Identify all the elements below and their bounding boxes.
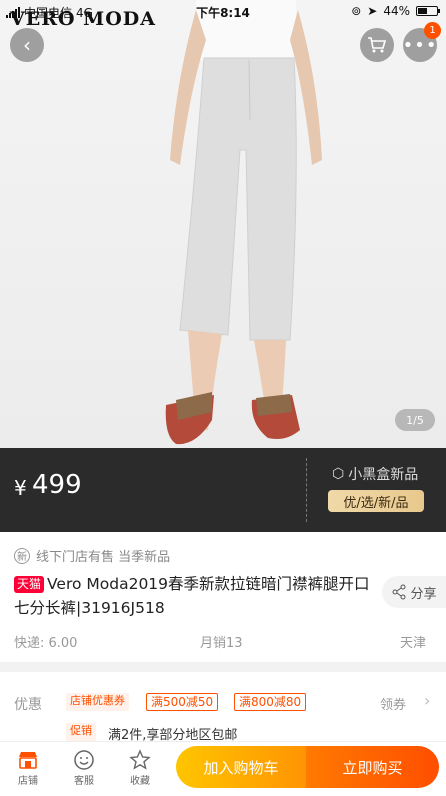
product-title: 天猫 Vero Moda2019春季新款拉链暗门襟裤腿开口七分长裤|31916J5… — [14, 572, 374, 620]
location-icon: ➤ — [367, 4, 378, 18]
price-bar: ¥ 499 ⬡ 小黑盒新品 优/选/新/品 — [0, 448, 446, 532]
cart-icon — [368, 37, 387, 53]
new-icon: 新 — [14, 547, 30, 564]
buy-now-button[interactable]: 立即购买 — [306, 746, 439, 788]
product-title-text: Vero Moda2019春季新款拉链暗门襟裤腿开口七分长裤|31916J518 — [14, 575, 370, 617]
notification-badge: 1 — [424, 22, 441, 39]
coupon-800-80[interactable]: 满800减80 — [234, 693, 307, 711]
tmall-badge: 天猫 — [14, 576, 45, 593]
product-subline: 新 线下门店有售 当季新品 — [14, 546, 170, 565]
monthly-sales: 月销13 — [200, 636, 243, 651]
store-icon — [19, 752, 37, 769]
product-photo — [165, 0, 322, 445]
store-coupon-tag: 店铺优惠券 — [66, 693, 129, 711]
back-button[interactable]: ‹ — [10, 28, 44, 62]
store-label: 店铺 — [18, 776, 38, 787]
add-to-cart-button[interactable]: 加入购物车 — [176, 746, 306, 788]
product-image-gallery[interactable]: 中国电信 4G 下午8:14 ⊚ ➤ 44% VERO MODA ‹ ••• 1… — [0, 0, 446, 448]
price: 499 — [32, 470, 82, 500]
store-tab[interactable]: 店铺 — [8, 748, 48, 787]
service-tab[interactable]: 客服 — [64, 748, 104, 787]
divider — [306, 458, 307, 522]
more-button[interactable]: ••• 1 — [403, 22, 441, 62]
black-box-label: 小黑盒新品 — [348, 467, 419, 483]
customer-service-icon — [74, 750, 94, 770]
shipping-fee: 快递: 6.00 — [14, 636, 78, 651]
service-label: 客服 — [74, 776, 94, 787]
currency-symbol: ¥ — [14, 476, 27, 500]
share-label: 分享 — [410, 586, 437, 602]
subline-text: 线下门店有售 当季新品 — [36, 550, 171, 565]
share-button[interactable]: 分享 — [382, 576, 446, 608]
claim-coupon-link[interactable]: 领券 — [380, 694, 406, 713]
product-info-card: 新 线下门店有售 当季新品 天猫 Vero Moda2019春季新款拉链暗门襟裤腿… — [0, 532, 446, 662]
cart-button[interactable] — [360, 28, 394, 62]
box-icon: ⬡ — [332, 466, 345, 482]
sale-tag: 促销 — [66, 723, 96, 741]
star-icon — [129, 749, 151, 770]
ship-location: 天津 — [400, 636, 427, 651]
chevron-left-icon: ‹ — [23, 33, 31, 57]
favorite-tab[interactable]: 收藏 — [120, 748, 160, 787]
black-box-tag: 优/选/新/品 — [328, 490, 424, 512]
brand-logo: VERO MODA — [10, 8, 156, 30]
coupon-500-50[interactable]: 满500减50 — [146, 693, 219, 711]
status-right: ⊚ ➤ 44% — [351, 4, 440, 18]
battery-percent: 44% — [383, 4, 410, 18]
promo-label: 优惠 — [14, 697, 42, 713]
chevron-right-icon: › — [424, 691, 431, 710]
favorite-label: 收藏 — [130, 776, 150, 787]
battery-icon — [416, 6, 440, 16]
black-box-title[interactable]: ⬡ 小黑盒新品 — [332, 464, 418, 484]
share-icon — [392, 584, 406, 600]
lock-rotation-icon: ⊚ — [351, 4, 362, 18]
gallery-pager: 1/5 — [395, 409, 435, 431]
bottom-action-bar: 店铺 客服 收藏 加入购物车 立即购买 — [0, 741, 446, 796]
